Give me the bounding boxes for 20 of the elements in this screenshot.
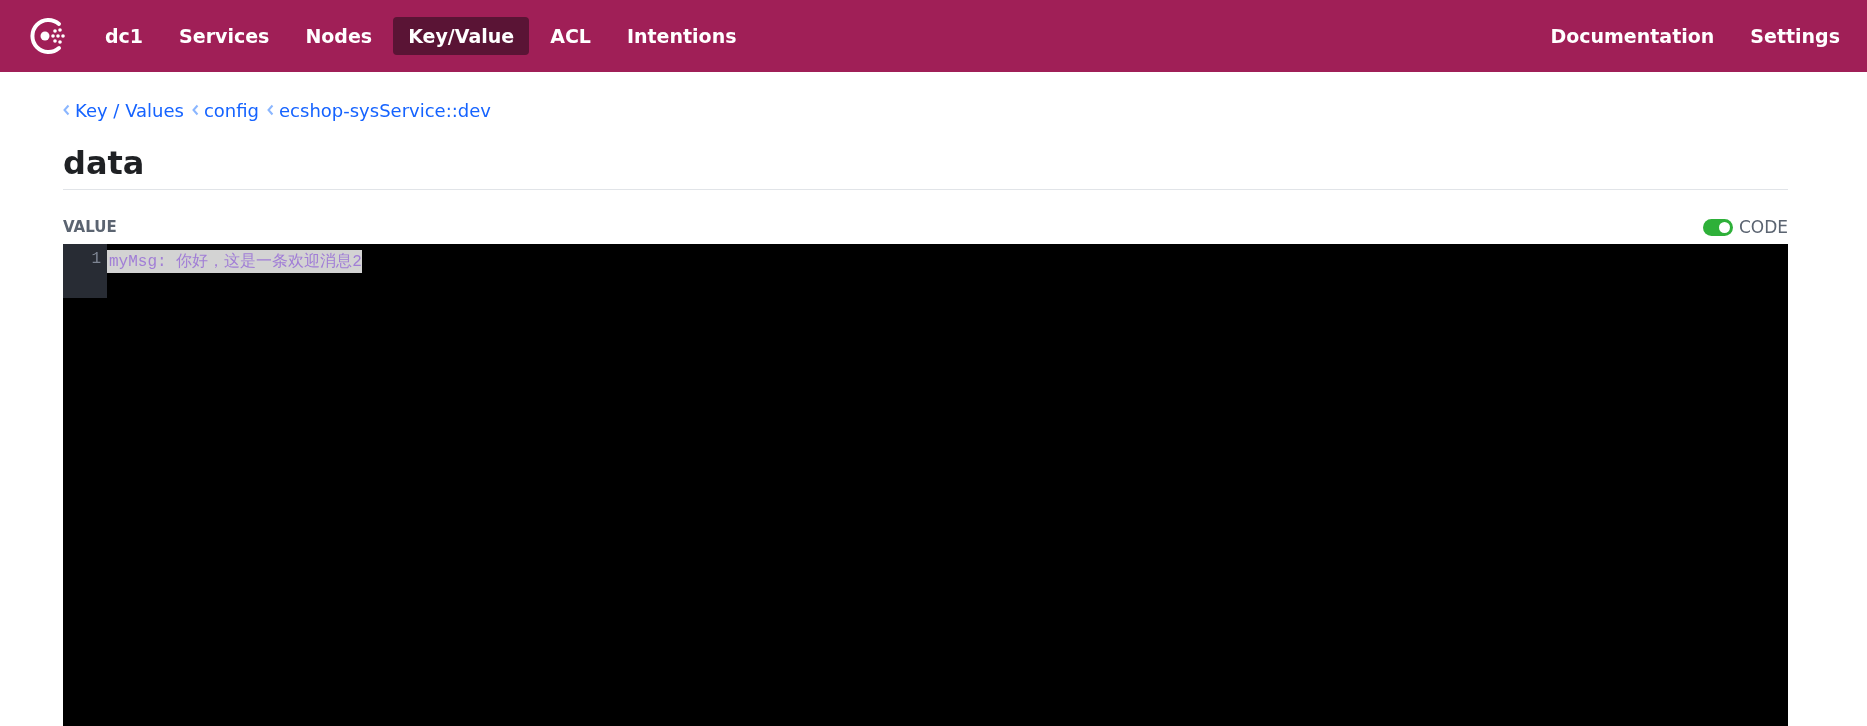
toggle-label: CODE [1738,217,1788,238]
code-editor[interactable]: 1 myMsg: 你好，这是一条欢迎消息2 [63,244,1788,726]
nav-tab[interactable]: Key/Value [393,17,530,55]
chevron-left-icon [191,104,199,116]
breadcrumb-link[interactable]: ecshop-sysService::dev [279,99,491,121]
breadcrumb-link[interactable]: config [203,99,260,121]
line-number: 1 [91,250,102,269]
breadcrumb-link[interactable]: Key / Values [75,99,184,121]
field-label: VALUE [63,218,117,237]
nav-link[interactable]: Documentation [1535,17,1730,55]
page-title: data [63,146,1788,191]
nav-tab[interactable]: Nodes [290,17,388,55]
nav-tab[interactable]: Services [164,17,285,55]
nav-link[interactable]: Settings [1735,17,1855,55]
chevron-left-icon [63,104,70,116]
toggle-switch[interactable] [1702,218,1733,236]
nav-tab[interactable]: ACL [535,17,606,55]
nav-tab[interactable]: Intentions [611,17,752,55]
chevron-left-icon [267,104,275,116]
nav-tab[interactable]: dc1 [90,17,159,55]
